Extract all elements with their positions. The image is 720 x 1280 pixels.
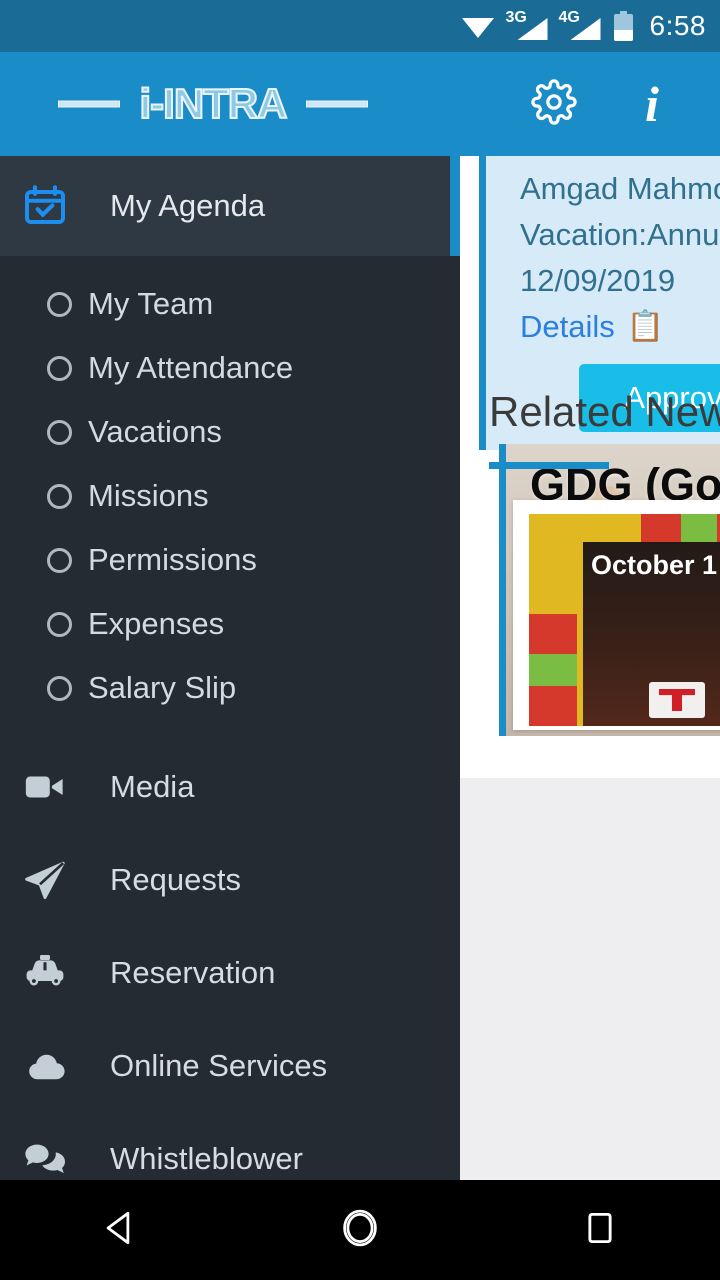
- settings-button[interactable]: [530, 78, 578, 130]
- details-link[interactable]: Details 📋: [520, 304, 664, 350]
- circle-bullet-icon: [47, 675, 72, 701]
- sidebar-item-media-label: Media: [110, 768, 195, 804]
- sidebar-subitem-expenses-label: Expenses: [88, 606, 225, 641]
- sidebar-lower-menu: Media Requests Reservation Online Servic…: [0, 720, 460, 1205]
- video-camera-icon: [14, 764, 76, 810]
- sidebar-item-media[interactable]: Media: [0, 740, 460, 833]
- sidebar-subitem-my-attendance[interactable]: My Attendance: [0, 336, 460, 400]
- battery-icon: [613, 11, 633, 41]
- sidebar-item-online-services-label: Online Services: [110, 1047, 328, 1083]
- sidebar-subitem-salary-slip-label: Salary Slip: [88, 670, 237, 705]
- related-news-underline: [489, 462, 609, 469]
- details-label: Details: [520, 309, 615, 344]
- signal-3g-label: 3G: [505, 9, 527, 26]
- signal-4g-label: 4G: [558, 9, 580, 26]
- circle-bullet-icon: [47, 611, 72, 637]
- signal-4g-icon: 4G: [558, 9, 601, 40]
- sidebar-item-my-agenda-label: My Agenda: [110, 188, 266, 223]
- calendar-check-icon: [14, 182, 76, 230]
- sidebar-subitem-missions-label: Missions: [88, 478, 209, 513]
- signal-3g-icon: 3G: [505, 9, 548, 40]
- news-thumb-color-blocks: [529, 514, 577, 726]
- home-button[interactable]: [315, 1199, 405, 1261]
- status-bar-icons: 3G 4G 6:58: [461, 9, 707, 42]
- wifi-icon: [461, 13, 495, 39]
- circle-bullet-icon: [47, 291, 72, 317]
- sidebar-subitem-permissions[interactable]: Permissions: [0, 528, 460, 592]
- recents-button[interactable]: [555, 1199, 645, 1261]
- sidebar-item-whistleblower-label: Whistleblower: [110, 1140, 303, 1176]
- news-thumbnail: October 1: [529, 514, 720, 726]
- news-thumb-logo: [649, 682, 705, 718]
- info-button[interactable]: i: [628, 76, 676, 132]
- app-logo: i-INTRA: [48, 76, 378, 132]
- news-card[interactable]: October 1: [513, 500, 720, 730]
- info-icon: i: [645, 76, 659, 132]
- sidebar-subitem-my-team-label: My Team: [88, 286, 214, 321]
- sidebar-item-my-agenda[interactable]: My Agenda: [0, 156, 460, 256]
- logo-text: i-INTRA: [139, 79, 289, 128]
- sidebar-subitem-missions[interactable]: Missions: [0, 464, 460, 528]
- sidebar-item-requests[interactable]: Requests: [0, 833, 460, 926]
- circle-bullet-icon: [47, 419, 72, 445]
- status-bar-clock: 6:58: [649, 10, 706, 41]
- news-thumb-title: October 1: [591, 550, 718, 580]
- gear-icon: [531, 78, 577, 130]
- sidebar-subitem-vacations-label: Vacations: [88, 414, 222, 449]
- sidebar-item-reservation[interactable]: Reservation: [0, 926, 460, 1019]
- sidebar-submenu: My Team My Attendance Vacations Missions…: [0, 256, 460, 720]
- related-news-heading: Related New: [489, 388, 720, 435]
- sidebar-item-requests-label: Requests: [110, 861, 241, 897]
- android-navigation-bar: [0, 1180, 720, 1280]
- sidebar-subitem-my-team[interactable]: My Team: [0, 272, 460, 336]
- vacation-type: Vacation:Annual: [520, 217, 720, 252]
- sidebar-subitem-expenses[interactable]: Expenses: [0, 592, 460, 656]
- header-actions: i: [530, 76, 720, 132]
- chat-bubbles-icon: [14, 1135, 76, 1183]
- taxi-icon: [14, 950, 76, 996]
- sidebar-subitem-permissions-label: Permissions: [88, 542, 257, 577]
- navigation-drawer: My Agenda My Team My Attendance Vacation…: [0, 156, 460, 1180]
- vacation-details-row: Details 📋: [520, 304, 720, 350]
- logo-rule-left: [58, 100, 120, 108]
- status-bar: 3G 4G 6:58: [0, 0, 720, 52]
- clipboard-icon: 📋: [626, 310, 665, 343]
- circle-bullet-icon: [47, 547, 72, 573]
- sidebar-item-online-services[interactable]: Online Services: [0, 1019, 460, 1112]
- app-header: i-INTRA i: [0, 52, 720, 156]
- battery-fill: [613, 30, 633, 41]
- circle-bullet-icon: [47, 483, 72, 509]
- vacation-date: 12/09/2019: [520, 263, 676, 298]
- recents-icon: [581, 1209, 619, 1252]
- logo-rule-right: [306, 100, 368, 108]
- cloud-icon: [14, 1042, 76, 1090]
- sidebar-item-reservation-label: Reservation: [110, 954, 276, 990]
- sidebar-subitem-vacations[interactable]: Vacations: [0, 400, 460, 464]
- sidebar-subitem-my-attendance-label: My Attendance: [88, 350, 294, 385]
- home-icon: [338, 1206, 382, 1255]
- back-icon: [99, 1207, 141, 1254]
- vacation-employee-name: Amgad Mahmou: [520, 171, 720, 206]
- back-button[interactable]: [75, 1199, 165, 1261]
- circle-bullet-icon: [47, 355, 72, 381]
- sidebar-subitem-salary-slip[interactable]: Salary Slip: [0, 656, 460, 720]
- paper-plane-icon: [14, 857, 76, 903]
